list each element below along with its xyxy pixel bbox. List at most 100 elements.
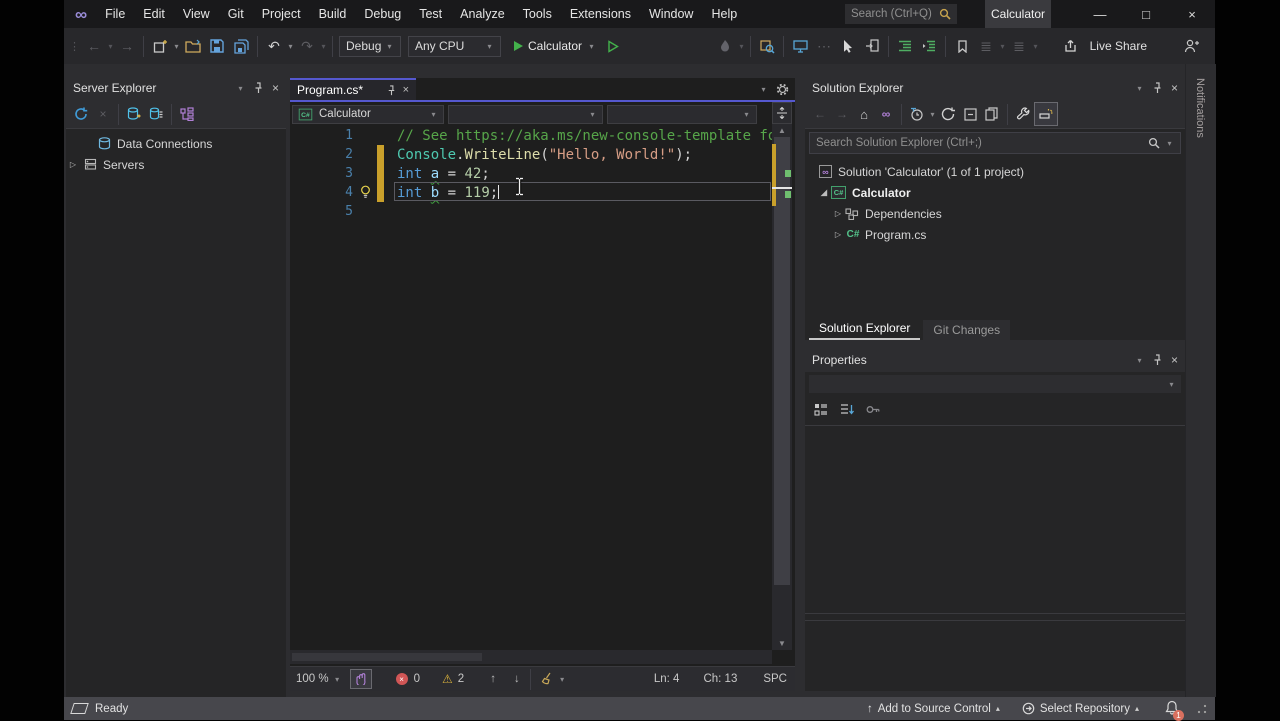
window-position-icon[interactable]: ▾: [1135, 84, 1144, 93]
tree-item-solution[interactable]: ∞ Solution 'Calculator' (1 of 1 project): [805, 161, 1185, 182]
undo-icon[interactable]: ↶: [262, 34, 286, 58]
warning-icon[interactable]: ⚠: [442, 672, 453, 686]
pin-icon[interactable]: [387, 85, 396, 96]
debug-target-monitor-icon[interactable]: [788, 34, 812, 58]
hot-reload-icon[interactable]: [713, 34, 737, 58]
type-dropdown[interactable]: ▾: [448, 105, 603, 124]
column-indicator[interactable]: Ch: 13: [703, 673, 737, 685]
expanded-chevron-icon[interactable]: ◢: [817, 188, 831, 197]
live-share-label[interactable]: Live Share: [1090, 39, 1147, 53]
close-icon[interactable]: ×: [272, 81, 279, 95]
tab-program-cs[interactable]: Program.cs* ×: [290, 78, 416, 100]
tab-list-dropdown-icon[interactable]: ▾: [759, 85, 768, 94]
notifications-bell-button[interactable]: 1: [1165, 700, 1179, 718]
line-indicator[interactable]: Ln: 4: [654, 673, 680, 685]
stop-refresh-icon[interactable]: ×: [92, 103, 114, 125]
scrollbar-thumb[interactable]: [774, 137, 790, 585]
background-tasks-icon[interactable]: [70, 703, 89, 714]
error-count[interactable]: 0: [414, 673, 420, 685]
menu-edit[interactable]: Edit: [134, 0, 174, 28]
new-project-icon[interactable]: [148, 34, 172, 58]
refresh-icon[interactable]: [70, 103, 92, 125]
close-button[interactable]: ×: [1169, 0, 1215, 28]
scroll-up-icon[interactable]: ▲: [772, 124, 792, 137]
start-without-debugging-icon[interactable]: [601, 34, 625, 58]
tree-item-servers[interactable]: ▷ Servers: [66, 154, 286, 175]
forward-icon[interactable]: →: [831, 103, 853, 125]
categorized-view-icon[interactable]: [809, 397, 833, 421]
scroll-down-icon[interactable]: ▼: [772, 637, 792, 650]
switch-views-icon[interactable]: ∞: [875, 103, 897, 125]
vertical-scrollbar[interactable]: ▲ ▼: [772, 124, 792, 650]
cursor-select-icon[interactable]: [836, 34, 860, 58]
document-health-icon[interactable]: [350, 669, 372, 689]
pending-changes-filter-icon[interactable]: [906, 103, 928, 125]
tree-item-dependencies[interactable]: ▷ Dependencies: [805, 203, 1185, 224]
live-share-icon[interactable]: [1060, 34, 1084, 58]
error-icon[interactable]: ×: [396, 673, 408, 685]
tree-item-project-calculator[interactable]: ◢ C# Calculator: [805, 182, 1185, 203]
menu-analyze[interactable]: Analyze: [451, 0, 513, 28]
pin-icon[interactable]: [1153, 354, 1162, 366]
pin-icon[interactable]: [254, 82, 263, 94]
task-list-icon[interactable]: ≣: [1007, 34, 1031, 58]
menu-git[interactable]: Git: [219, 0, 253, 28]
attach-to-process-icon[interactable]: [860, 34, 884, 58]
home-icon[interactable]: ⌂: [853, 103, 875, 125]
save-all-icon[interactable]: [229, 34, 253, 58]
start-debugging-button[interactable]: Calculator ▾: [509, 34, 601, 58]
indent-decrease-icon[interactable]: [893, 34, 917, 58]
find-in-files-icon[interactable]: [755, 34, 779, 58]
notifications-tab[interactable]: Notifications: [1194, 78, 1206, 138]
split-window-handle[interactable]: [772, 102, 792, 124]
document-options-gear-icon[interactable]: [776, 83, 789, 96]
code-cleanup-broom-icon[interactable]: [541, 672, 555, 686]
menu-extensions[interactable]: Extensions: [561, 0, 640, 28]
previous-issue-icon[interactable]: ↑: [490, 673, 496, 685]
horizontal-scrollbar[interactable]: [290, 650, 772, 664]
close-icon[interactable]: ×: [1171, 81, 1178, 95]
zoom-level[interactable]: 100 %: [296, 673, 329, 685]
menu-test[interactable]: Test: [410, 0, 451, 28]
menu-tools[interactable]: Tools: [514, 0, 561, 28]
back-icon[interactable]: ←: [809, 103, 831, 125]
open-folder-icon[interactable]: [181, 34, 205, 58]
preview-selected-items-icon[interactable]: [1034, 102, 1058, 126]
menu-project[interactable]: Project: [253, 0, 310, 28]
scrollbar-thumb[interactable]: [292, 653, 482, 661]
window-position-icon[interactable]: ▾: [1135, 356, 1144, 365]
project-dropdown[interactable]: C# Calculator ▾: [292, 105, 444, 124]
menu-window[interactable]: Window: [640, 0, 702, 28]
menu-file[interactable]: File: [96, 0, 134, 28]
resize-grip[interactable]: [1197, 704, 1207, 714]
menu-debug[interactable]: Debug: [355, 0, 410, 28]
sql-server-object-explorer-icon[interactable]: [176, 103, 198, 125]
space-mode-indicator[interactable]: SPC: [763, 673, 787, 685]
code-editor[interactable]: 1 // See https://aka.ms/new-console-temp…: [290, 124, 772, 650]
collapse-all-icon[interactable]: [959, 103, 981, 125]
solution-configuration-dropdown[interactable]: Debug▾: [339, 36, 401, 57]
close-icon[interactable]: ×: [1171, 353, 1178, 367]
save-icon[interactable]: [205, 34, 229, 58]
next-issue-icon[interactable]: ↓: [514, 673, 520, 685]
show-all-files-icon[interactable]: [981, 103, 1003, 125]
more-debug-options-icon[interactable]: ⋯: [812, 34, 836, 58]
properties-wrench-icon[interactable]: [1012, 103, 1034, 125]
properties-grid-area[interactable]: [805, 425, 1185, 614]
pin-icon[interactable]: [1153, 82, 1162, 94]
connect-to-database-icon[interactable]: [123, 103, 145, 125]
collapsed-chevron-icon[interactable]: ▷: [831, 230, 845, 239]
menu-view[interactable]: View: [174, 0, 219, 28]
redo-icon[interactable]: ↷: [295, 34, 319, 58]
connect-to-server-icon[interactable]: [145, 103, 167, 125]
object-selector-dropdown[interactable]: ▾: [809, 375, 1181, 393]
bookmark-icon[interactable]: [950, 34, 974, 58]
lightbulb-icon[interactable]: [359, 185, 372, 200]
menu-build[interactable]: Build: [310, 0, 356, 28]
warning-count[interactable]: 2: [458, 673, 464, 685]
member-dropdown[interactable]: ▾: [607, 105, 757, 124]
quick-search-input[interactable]: Search (Ctrl+Q): [845, 4, 957, 24]
solution-platform-dropdown[interactable]: Any CPU▾: [408, 36, 501, 57]
window-position-icon[interactable]: ▾: [236, 84, 245, 93]
tree-item-data-connections[interactable]: Data Connections: [66, 133, 286, 154]
